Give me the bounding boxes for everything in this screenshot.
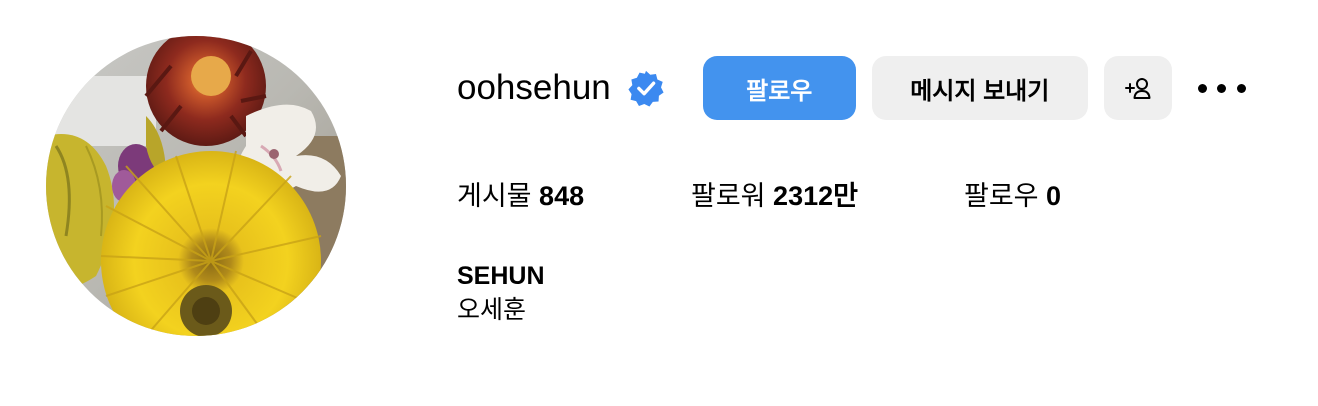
more-dot xyxy=(1197,83,1207,93)
posts-count: 848 xyxy=(539,181,585,211)
more-dot xyxy=(1217,83,1227,93)
profile-full-name: SEHUN xyxy=(457,262,545,290)
profile-header-row: oohsehun 팔로우 메시지 보내기 xyxy=(457,56,1246,120)
avatar-flower-image xyxy=(46,36,346,336)
profile-bio: 오세훈 xyxy=(457,296,527,324)
posts-stat: 게시물 848 xyxy=(457,176,584,216)
follow-button[interactable]: 팔로우 xyxy=(702,56,856,120)
more-dot xyxy=(1236,83,1246,93)
send-message-button[interactable]: 메시지 보내기 xyxy=(871,56,1088,120)
followers-count: 2312만 xyxy=(773,181,858,211)
profile-header: oohsehun 팔로우 메시지 보내기 게시물 848 팔로워 2312만 팔… xyxy=(0,0,1318,406)
followers-stat[interactable]: 팔로워 2312만 xyxy=(691,176,858,216)
followers-label: 팔로워 xyxy=(691,181,766,211)
profile-avatar[interactable] xyxy=(46,36,346,336)
posts-label: 게시물 xyxy=(457,181,532,211)
username[interactable]: oohsehun xyxy=(457,56,611,120)
add-person-icon xyxy=(1124,78,1151,99)
verified-badge-icon xyxy=(627,69,665,107)
following-count: 0 xyxy=(1046,181,1062,211)
following-label: 팔로우 xyxy=(964,181,1039,211)
suggest-people-button[interactable] xyxy=(1103,56,1172,120)
following-stat[interactable]: 팔로우 0 xyxy=(964,176,1061,216)
more-options-icon[interactable] xyxy=(1197,56,1246,120)
profile-stats: 게시물 848 팔로워 2312만 팔로우 0 xyxy=(457,176,1157,216)
